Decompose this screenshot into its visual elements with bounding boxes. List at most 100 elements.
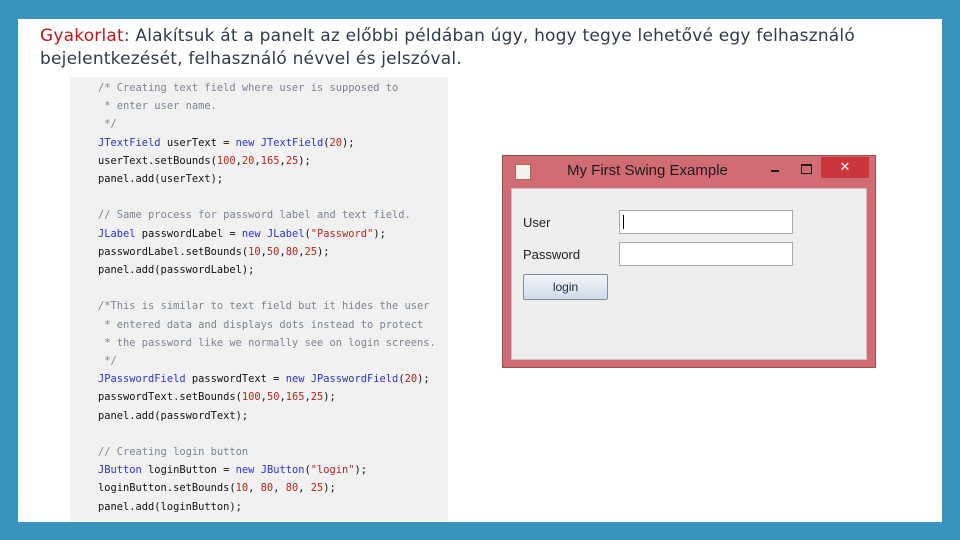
code-line: passwordLabel.setBounds(10,50,80,25); <box>98 246 330 258</box>
code-token: panel.add(passwordLabel); <box>98 264 255 276</box>
code-token: 25 <box>310 482 324 495</box>
code-token: 10 <box>235 482 249 495</box>
user-label: User <box>523 215 551 230</box>
code-token: /*This is similar to text field but it h… <box>98 300 430 313</box>
close-icon: ✕ <box>839 160 851 175</box>
code-line: */ <box>98 355 117 367</box>
code-token: userText = <box>160 136 236 149</box>
code-token: passwordText.setBounds( <box>98 391 242 404</box>
code-token: passwordLabel.setBounds( <box>98 245 249 258</box>
close-button[interactable]: ✕ <box>821 157 869 178</box>
code-line: userText.setBounds(100,20,165,25); <box>98 155 311 167</box>
code-token: * enter user name. <box>98 100 217 113</box>
slide: Gyakorlat: Alakítsuk át a panelt az előb… <box>18 19 942 522</box>
code-line: * enter user name. <box>98 100 217 112</box>
code-token: 20 <box>241 154 255 167</box>
code-line: */ <box>98 118 117 130</box>
code-snippet: /* Creating text field where user is sup… <box>70 77 448 521</box>
code-token: 25 <box>310 391 324 404</box>
code-line: passwordText.setBounds(100,50,165,25); <box>98 391 336 403</box>
code-token: "login" <box>310 464 355 477</box>
code-line: JLabel passwordLabel = new JLabel("Passw… <box>98 228 386 240</box>
code-token: ); <box>342 136 355 149</box>
code-token: * entered data and displays dots instead… <box>98 318 424 331</box>
code-token: JPasswordField <box>98 373 186 386</box>
code-token: 80 <box>285 482 299 495</box>
code-line: /*This is similar to text field but it h… <box>98 300 430 312</box>
code-token: panel.add(userText); <box>98 173 224 185</box>
code-token: 165 <box>260 154 280 167</box>
code-line: panel.add(userText); <box>98 173 223 185</box>
code-token: ); <box>317 245 330 258</box>
code-token: JButton <box>98 464 142 477</box>
login-panel: User Password login <box>511 188 867 360</box>
code-token: , <box>248 482 261 495</box>
code-token: ); <box>417 373 430 386</box>
code-line: panel.add(passwordLabel); <box>98 264 254 276</box>
code-line: panel.add(loginButton); <box>98 501 242 513</box>
code-token: ); <box>298 154 311 167</box>
code-token: , <box>273 482 286 495</box>
heading-keyword: Gyakorlat <box>40 26 124 46</box>
heading-text: : Alakítsuk át a panelt az előbbi példáb… <box>40 26 855 69</box>
code-line: * the password like we normally see on l… <box>98 337 436 349</box>
code-token: loginButton = <box>141 464 236 477</box>
code-token: JLabel <box>266 227 305 240</box>
maximize-button[interactable] <box>797 159 815 179</box>
maximize-icon <box>800 163 812 174</box>
code-token: * the password like we normally see on l… <box>98 336 436 349</box>
java-cup-icon <box>515 164 531 180</box>
code-line: * entered data and displays dots instead… <box>98 319 423 331</box>
code-token: // Creating login button <box>98 446 249 458</box>
code-token: , <box>298 482 311 495</box>
window-title-bar[interactable]: My First Swing Example ✕ <box>503 156 875 188</box>
code-token: */ <box>98 355 117 367</box>
code-token: 20 <box>329 136 343 149</box>
code-token: ); <box>323 391 336 404</box>
password-label: Password <box>523 247 581 262</box>
code-token: */ <box>98 118 117 131</box>
code-token: 25 <box>285 154 299 167</box>
code-token: JPasswordField <box>310 373 399 386</box>
code-line: panel.add(passwordText); <box>98 410 248 422</box>
slide-heading: Gyakorlat: Alakítsuk át a panelt az előb… <box>40 25 930 71</box>
code-line: loginButton.setBounds(10, 80, 80, 25); <box>98 482 336 494</box>
code-line: // Same process for password label and t… <box>98 209 411 221</box>
window-title: My First Swing Example <box>567 162 728 179</box>
user-text-field[interactable] <box>619 210 793 234</box>
login-button[interactable]: login <box>523 274 608 300</box>
text-caret <box>623 215 624 229</box>
code-token: 80 <box>285 245 299 258</box>
code-token: JButton <box>260 464 305 477</box>
swing-window: My First Swing Example ✕ User Password l… <box>502 155 876 368</box>
code-token: 100 <box>216 154 236 167</box>
code-token: "Password" <box>310 227 374 240</box>
code-token: ); <box>323 482 336 495</box>
code-token: /* Creating text field where user is sup… <box>98 82 399 94</box>
code-token: 50 <box>266 391 280 404</box>
code-token: JTextField <box>98 136 161 149</box>
code-token: new <box>285 373 305 386</box>
code-token: JLabel <box>98 227 136 240</box>
password-field[interactable] <box>619 242 793 266</box>
minimize-button[interactable] <box>767 159 783 179</box>
code-token: panel.add(loginButton); <box>98 500 242 513</box>
code-token: loginButton.setBounds( <box>98 482 236 495</box>
code-token: new <box>241 227 261 240</box>
code-token: ); <box>354 464 368 477</box>
code-token: panel.add(passwordText); <box>98 409 249 422</box>
code-line: // Creating login button <box>98 446 248 458</box>
code-token: passwordText = <box>185 373 286 386</box>
code-token: 165 <box>285 391 305 404</box>
code-token: ); <box>373 227 386 240</box>
code-token: 50 <box>266 245 280 258</box>
code-token: 10 <box>248 245 261 258</box>
code-line: JButton loginButton = new JButton("login… <box>98 464 367 476</box>
code-token: JTextField <box>260 136 324 149</box>
code-line: /* Creating text field where user is sup… <box>98 82 398 94</box>
code-token: passwordLabel = <box>135 227 242 240</box>
code-token: 80 <box>260 482 274 495</box>
code-token: // Same process for password label and t… <box>98 209 411 222</box>
code-token: new <box>235 136 255 149</box>
code-token: 20 <box>404 373 418 386</box>
